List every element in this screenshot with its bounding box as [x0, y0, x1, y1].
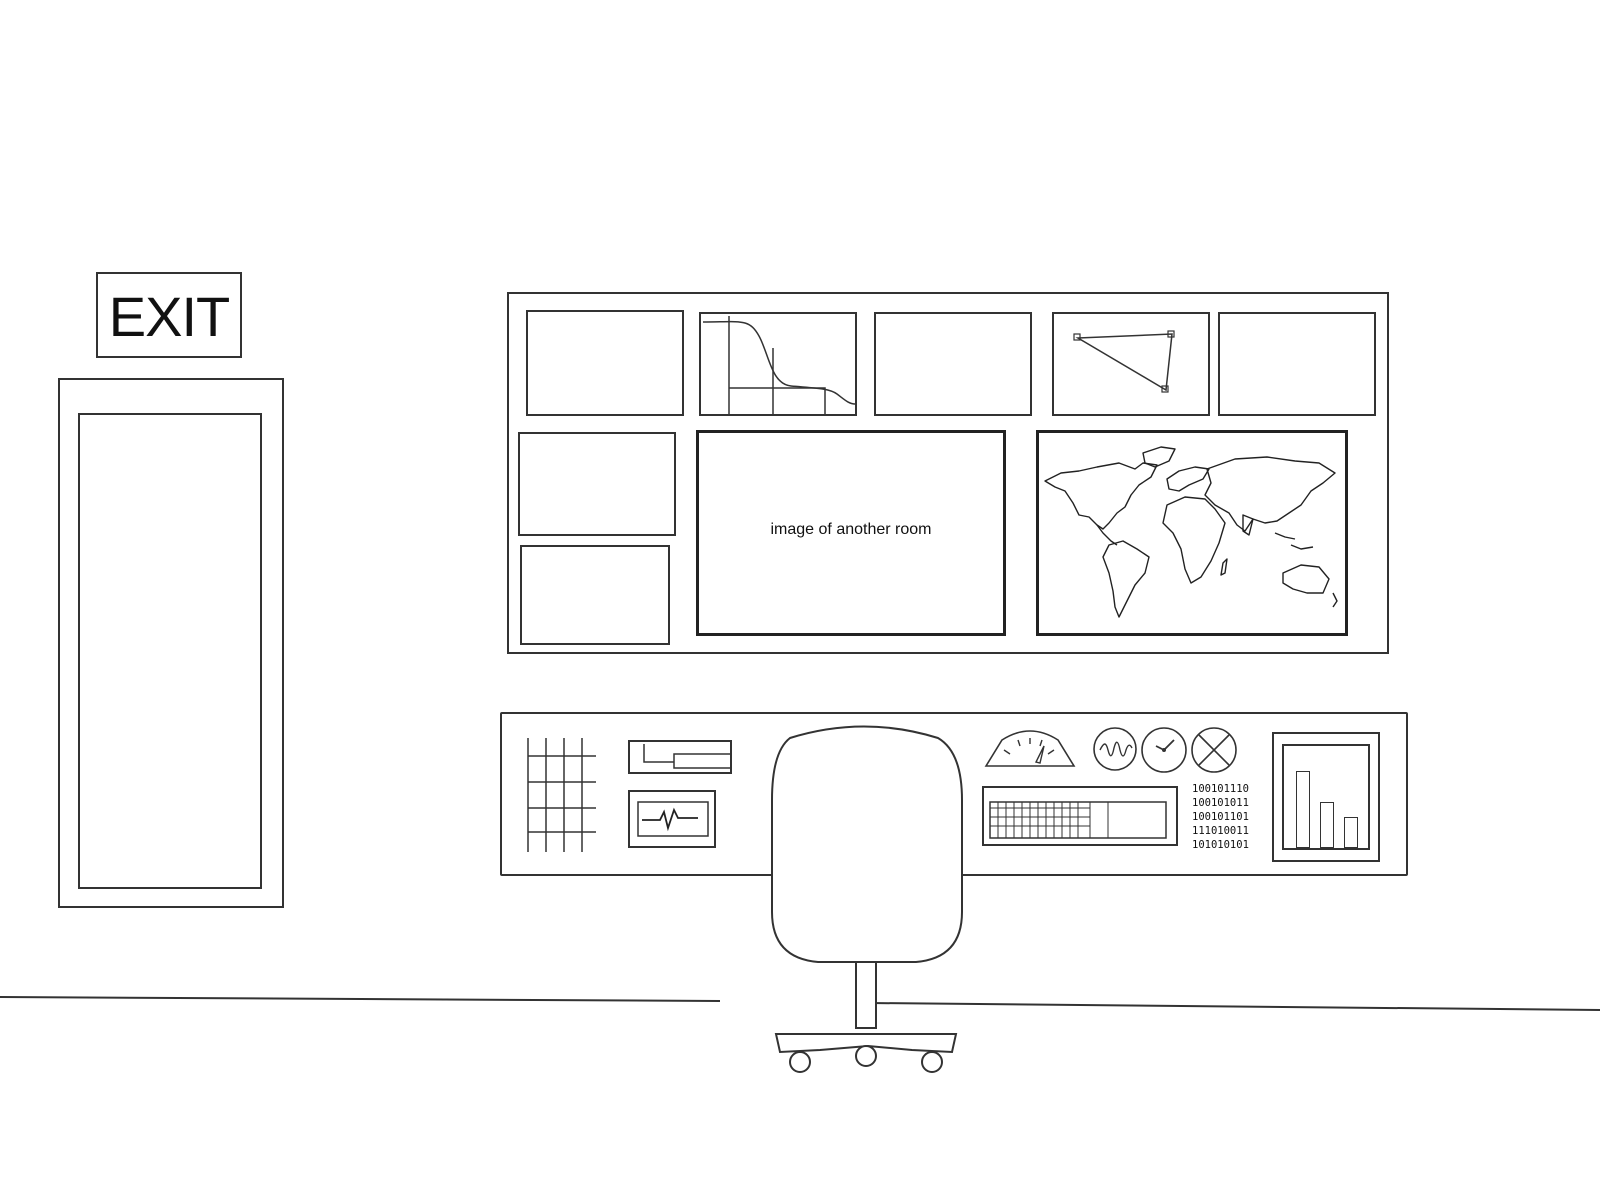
control-room-scene: EXIT image of another room 100101110 100… [0, 0, 1600, 1200]
office-chair-icon[interactable] [0, 0, 1600, 1200]
